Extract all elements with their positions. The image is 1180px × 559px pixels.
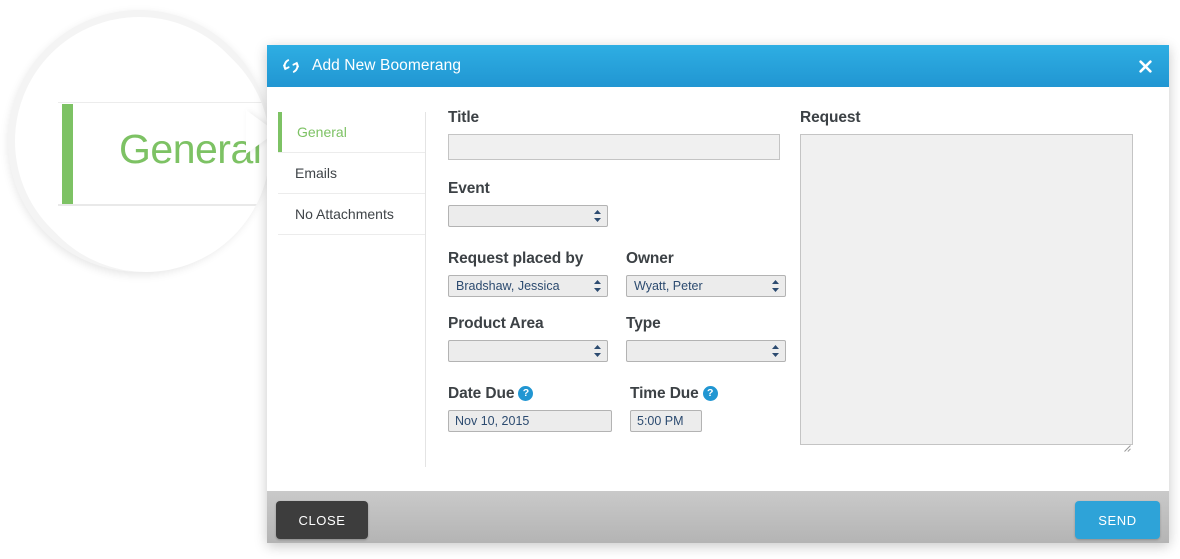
magnifier-callout: General [8,10,280,272]
request-placed-by-select[interactable]: Bradshaw, Jessica [448,275,608,297]
type-group: Type [626,315,786,367]
dialog-body: General Emails No Attachments Title Even… [267,87,1169,491]
owner-group: Owner Wyatt, Peter [626,250,786,297]
help-question-icon[interactable]: ? [702,385,718,401]
product-area-group: Product Area [448,315,608,367]
requester-owner-row: Request placed by Bradshaw, Jessica Owne… [448,250,788,297]
form-right-column: Request [800,109,1133,452]
time-due-input[interactable] [630,410,702,432]
request-placed-by-label: Request placed by [448,250,584,267]
event-label: Event [448,180,490,197]
magnified-active-indicator [62,104,73,204]
date-due-input[interactable] [448,410,612,432]
dialog-header: Add New Boomerang [267,45,1169,87]
time-due-label-text: Time Due [630,385,699,402]
help-question-icon[interactable]: ? [518,385,534,401]
form-left-column: Title Event Request placed by Bradshaw, … [448,109,788,432]
date-due-label-text: Date Due [448,385,515,402]
sidebar-item-general[interactable]: General [278,112,425,153]
dialog-footer: CLOSE SEND [267,491,1169,543]
owner-label: Owner [626,250,674,267]
date-due-group: Date Due? [448,385,612,432]
title-label: Title [448,109,480,126]
magnifier-viewport: General [22,24,270,272]
type-value [626,340,786,362]
time-due-group: Time Due? [630,385,718,432]
request-label: Request [800,109,861,126]
event-select-value [448,205,608,227]
sidebar-item-emails[interactable]: Emails [278,153,425,194]
owner-value: Wyatt, Peter [626,275,786,297]
magnifier-ring: General [8,10,270,272]
product-area-label: Product Area [448,315,544,332]
product-area-value [448,340,608,362]
request-placed-by-value: Bradshaw, Jessica [448,275,608,297]
request-textarea-wrap [800,134,1133,452]
close-x-icon[interactable] [1135,56,1155,76]
title-input[interactable] [448,134,780,160]
sidebar-item-label: General [297,124,347,140]
time-due-label: Time Due? [630,385,718,403]
dialog-title: Add New Boomerang [312,57,462,74]
send-button[interactable]: SEND [1075,501,1160,539]
type-label: Type [626,315,661,332]
request-textarea[interactable] [800,134,1133,445]
request-placed-by-group: Request placed by Bradshaw, Jessica [448,250,608,297]
date-time-row: Date Due? Time Due? [448,385,788,432]
sidebar-item-no-attachments[interactable]: No Attachments [278,194,425,235]
close-button[interactable]: CLOSE [276,501,368,539]
product-area-select[interactable] [448,340,608,362]
dialog-sidebar-nav: General Emails No Attachments [278,112,426,467]
add-new-boomerang-dialog: Add New Boomerang General Emails No Atta… [267,45,1169,543]
owner-select[interactable]: Wyatt, Peter [626,275,786,297]
event-select[interactable] [448,205,608,227]
type-select[interactable] [626,340,786,362]
magnified-tab-label: General [119,126,262,172]
sidebar-item-label: Emails [295,165,338,181]
sidebar-item-label: No Attachments [295,206,394,222]
screenshot-stage: General Add New Boomerang General Emails… [0,0,1180,559]
productarea-type-row: Product Area Type [448,315,788,367]
date-due-label: Date Due? [448,385,612,403]
boomerang-refresh-icon [282,57,300,75]
